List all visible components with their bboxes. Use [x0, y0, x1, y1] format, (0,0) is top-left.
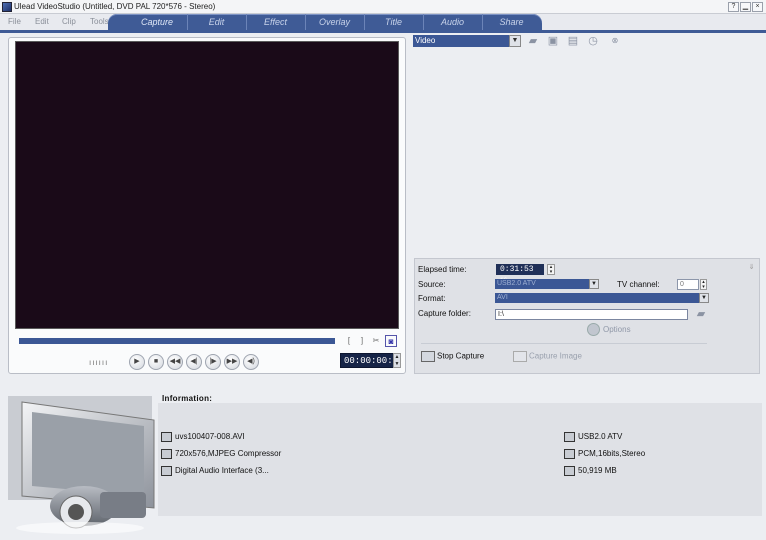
folder-icon[interactable]: ▰ — [694, 307, 708, 321]
info-file-text: uvs100407-008.AVI — [175, 432, 245, 442]
tab-capture[interactable]: Capture — [128, 14, 186, 30]
camera-icon — [421, 351, 435, 362]
information-label: Information: — [162, 394, 213, 403]
chevron-down-icon[interactable]: ▼ — [509, 35, 521, 47]
tab-audio[interactable]: Audio — [423, 14, 481, 30]
options-icon — [587, 323, 600, 336]
film-icon — [161, 432, 172, 442]
timecode-spinner[interactable]: ▲ ▼ — [393, 353, 401, 368]
info-video-text: 720x576,MJPEG Compressor — [175, 449, 282, 459]
mark-in-button[interactable]: [ — [343, 335, 355, 347]
library-dropdown[interactable]: Video — [413, 35, 521, 47]
play-button[interactable]: ▶ — [129, 354, 145, 370]
video-format-icon — [161, 449, 172, 459]
title-bar: Ulead VideoStudio (Untitled, DVD PAL 720… — [0, 0, 766, 14]
info-free-space: 50,919 MB — [564, 466, 617, 476]
tv-channel-spinner[interactable]: ▴ ▾ — [700, 279, 707, 290]
info-audio-device: Digital Audio Interface (3... — [161, 466, 269, 476]
info-audio-format: PCM,16bits,Stereo — [564, 449, 645, 459]
close-button[interactable]: × — [752, 2, 763, 12]
stop-button[interactable]: ■ — [148, 354, 164, 370]
volume-icon[interactable]: ◀) — [243, 354, 259, 370]
app-icon — [2, 2, 12, 12]
timecode-display[interactable]: 00:00:00:00 — [340, 353, 403, 368]
info-file: uvs100407-008.AVI — [161, 432, 245, 442]
capture-image-button[interactable]: Capture Image — [513, 351, 582, 362]
capture-options-panel: ⇓ Elapsed time: 0:31:53 16 ▴▾ Source: US… — [414, 258, 760, 374]
expand-icon[interactable]: ⊗ — [608, 34, 622, 48]
preview-screen — [15, 41, 399, 329]
menu-file[interactable]: File — [8, 17, 21, 26]
elapsed-time-value: 0:31:53 — [500, 265, 534, 274]
divider — [421, 343, 707, 344]
source-select[interactable]: USB2.0 ATV — [495, 279, 590, 289]
disk-space-icon — [564, 466, 575, 476]
options-label: Options — [603, 325, 631, 334]
minimize-button[interactable]: ▁ — [740, 2, 751, 12]
jog-wheel[interactable]: ıııııı — [89, 358, 108, 367]
folder-icon[interactable]: ▰ — [526, 34, 540, 48]
source-label: Source: — [418, 280, 446, 289]
information-area: Information: uvs100407-008.AVI 720x576,M… — [0, 376, 766, 540]
stop-capture-label: Stop Capture — [437, 351, 485, 361]
info-free-space-text: 50,919 MB — [578, 466, 617, 476]
elapsed-time-display: 0:31:53 16 — [496, 264, 544, 284]
tab-edit[interactable]: Edit — [187, 14, 245, 30]
tv-channel-label: TV channel: — [617, 280, 660, 289]
stop-capture-button[interactable]: Stop Capture — [421, 351, 484, 362]
options-button[interactable]: Options — [587, 323, 631, 336]
format-label: Format: — [418, 294, 446, 303]
information-panel: uvs100407-008.AVI 720x576,MJPEG Compress… — [158, 403, 762, 516]
tab-share[interactable]: Share — [482, 14, 540, 30]
elapsed-spinner[interactable]: ▴ ▾ — [547, 264, 555, 275]
info-video: 720x576,MJPEG Compressor — [161, 449, 281, 459]
info-device-text: USB2.0 ATV — [578, 432, 623, 442]
cut-icon[interactable]: ✂ — [370, 335, 382, 347]
enlarge-icon[interactable]: ◙ — [385, 335, 397, 347]
music-note-icon — [564, 449, 575, 459]
chevron-down-icon[interactable]: ▼ — [699, 293, 709, 303]
library-manager-icon[interactable]: ▤ — [566, 34, 580, 48]
capture-image-label: Capture Image — [529, 351, 582, 361]
end-button[interactable]: ▶▶ — [224, 354, 240, 370]
tab-title[interactable]: Title — [364, 14, 422, 30]
step-tabs: Capture Edit Effect Overlay Title Audio … — [108, 14, 542, 30]
next-frame-button[interactable]: |▶ — [205, 354, 221, 370]
info-device: USB2.0 ATV — [564, 432, 622, 442]
capture-device-icon — [564, 432, 575, 442]
menu-clip[interactable]: Clip — [62, 17, 76, 26]
tab-effect[interactable]: Effect — [246, 14, 304, 30]
previous-frame-button[interactable]: ◀| — [186, 354, 202, 370]
info-audio-device-text: Digital Audio Interface (3... — [175, 466, 269, 476]
mark-out-button[interactable]: ] — [356, 335, 368, 347]
help-icon[interactable]: ? — [728, 2, 739, 12]
preview-panel: [ ] ✂ ◙ ıııııı ▶ ■ ◀◀ ◀| |▶ ▶▶ ◀) 00:00:… — [8, 37, 406, 374]
format-select[interactable]: AVI — [495, 293, 708, 303]
tab-underline — [0, 30, 766, 33]
capture-folder-input[interactable]: I:\ — [495, 309, 688, 320]
menu-tools[interactable]: Tools — [90, 17, 109, 26]
import-icon[interactable]: ▣ — [546, 34, 560, 48]
chevron-down-icon[interactable]: ▼ — [589, 279, 599, 289]
window-title: Ulead VideoStudio (Untitled, DVD PAL 720… — [14, 2, 216, 11]
info-audio-format-text: PCM,16bits,Stereo — [578, 449, 646, 459]
tv-channel-input[interactable]: 0 — [677, 279, 699, 290]
menu-edit[interactable]: Edit — [35, 17, 49, 26]
tab-overlay[interactable]: Overlay — [305, 14, 363, 30]
elapsed-time-label: Elapsed time: — [418, 265, 467, 274]
scrubber-bar[interactable] — [19, 338, 335, 344]
capture-illustration — [8, 396, 155, 534]
audio-device-icon — [161, 466, 172, 476]
collapse-icon[interactable]: ⇓ — [747, 263, 756, 272]
sort-icon[interactable]: ◷ — [586, 34, 600, 48]
home-button[interactable]: ◀◀ — [167, 354, 183, 370]
capture-folder-label: Capture folder: — [418, 309, 471, 318]
snapshot-icon — [513, 351, 527, 362]
